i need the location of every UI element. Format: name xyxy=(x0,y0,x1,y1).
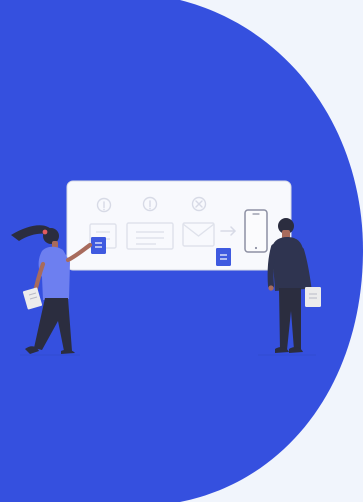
man-jacket xyxy=(272,237,306,291)
man-left-arm xyxy=(267,244,277,289)
woman-shirt xyxy=(38,246,70,300)
hair-tie xyxy=(42,229,48,235)
hero-frame xyxy=(0,0,363,502)
man-paper xyxy=(305,287,321,307)
hero-illustration xyxy=(0,0,363,502)
floating-note-card xyxy=(91,237,106,254)
phone-icon xyxy=(244,209,268,253)
man-left-hand xyxy=(268,285,274,291)
floating-note-card xyxy=(216,248,231,266)
